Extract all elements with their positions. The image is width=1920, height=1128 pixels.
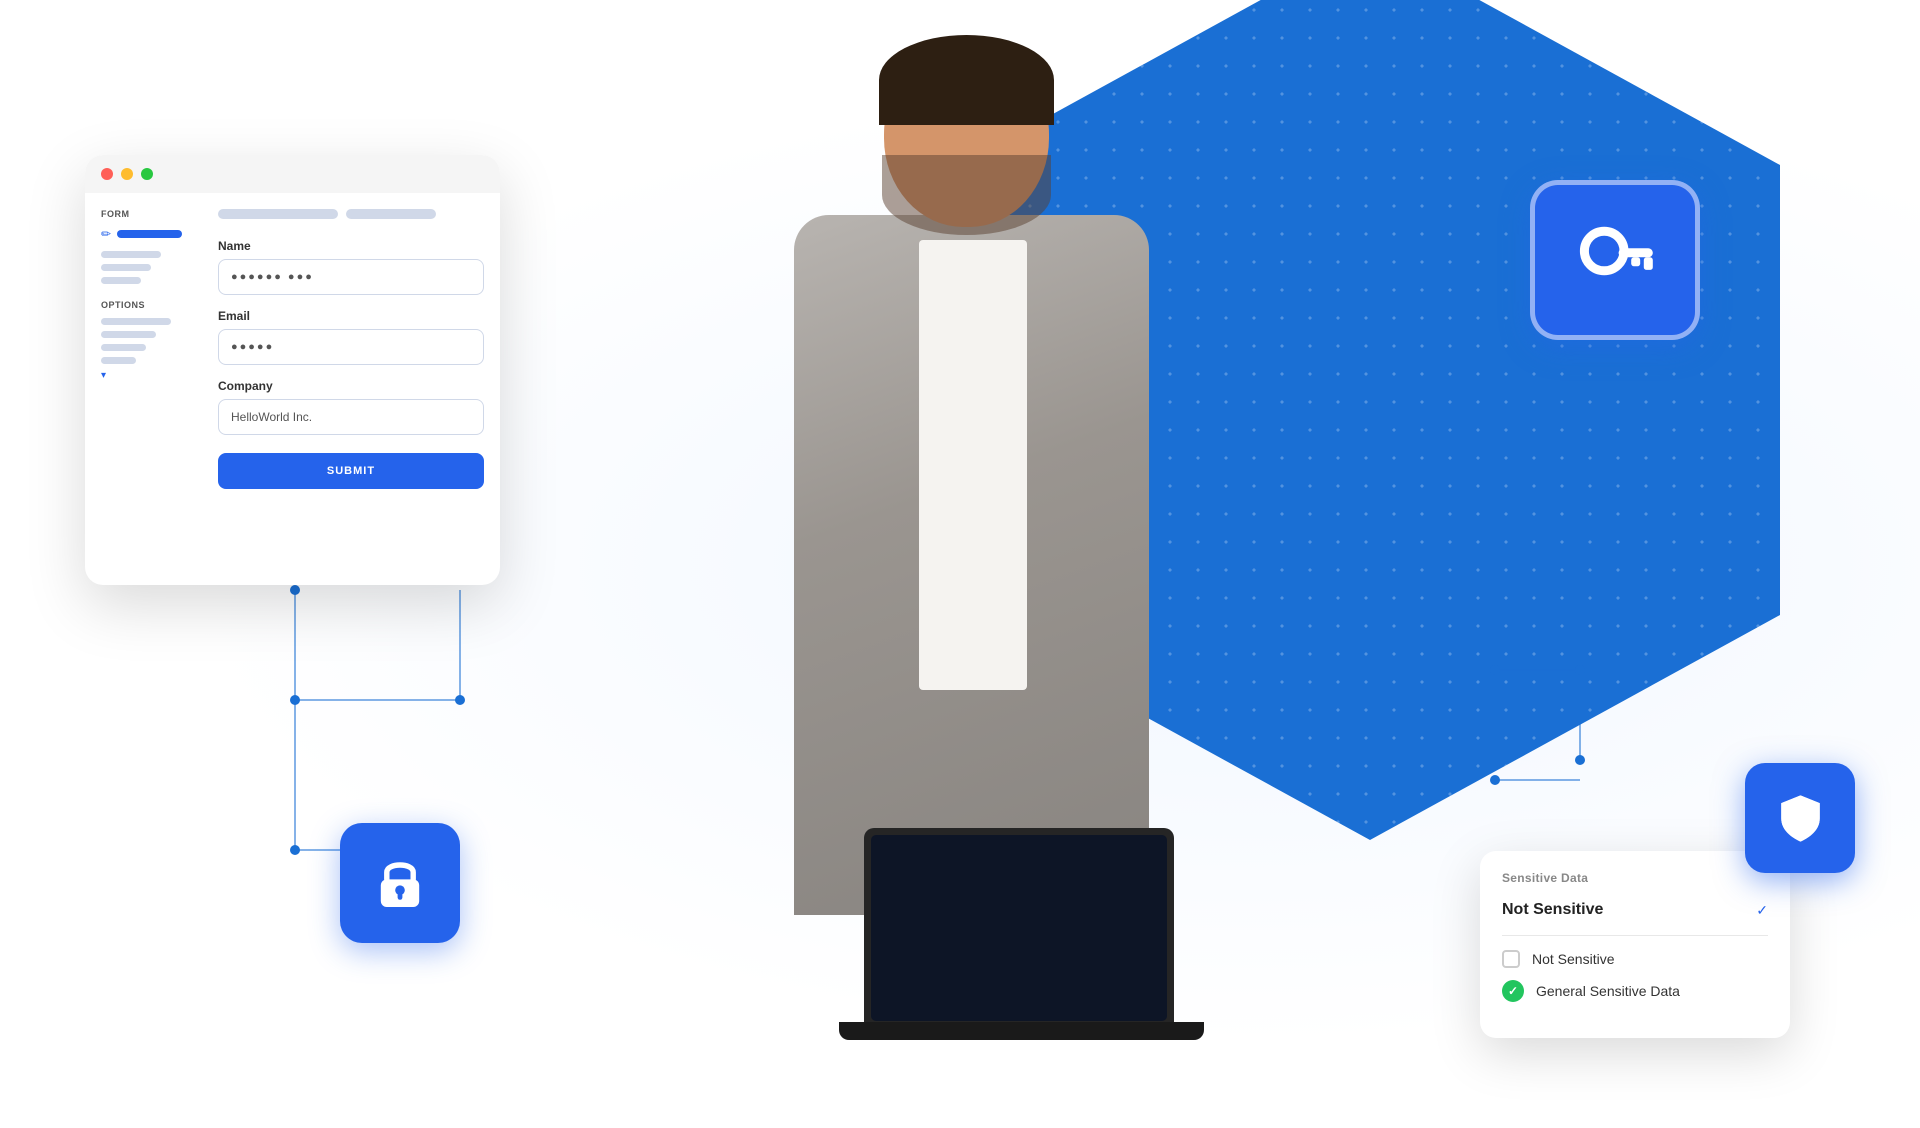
- option-checkbox-1[interactable]: [1502, 950, 1520, 968]
- form-sidebar: FORM ✏ OPTIONS ▾: [101, 209, 206, 489]
- submit-button[interactable]: SUBMIT: [218, 453, 484, 489]
- person-shirt: [919, 240, 1027, 690]
- sensitive-selected-value: Not Sensitive: [1502, 901, 1603, 919]
- sidebar-bar-2: [101, 264, 151, 271]
- key-card: [1530, 180, 1700, 340]
- window-minimize-dot: [121, 168, 133, 180]
- form-label: FORM: [101, 209, 206, 219]
- option-label-2: General Sensitive Data: [1536, 983, 1680, 999]
- email-input[interactable]: ●●●●●: [218, 329, 484, 365]
- email-value: ●●●●●: [231, 341, 274, 353]
- laptop-base: [839, 1022, 1204, 1040]
- pencil-icon: ✏: [101, 227, 111, 241]
- sensitive-data-card: Sensitive Data Not Sensitive ✓ Not Sensi…: [1480, 851, 1790, 1038]
- options-bar-3: [101, 344, 146, 351]
- chevron-down-icon: ✓: [1756, 902, 1768, 919]
- form-body: FORM ✏ OPTIONS ▾ Name ●●●●●● ●●●: [85, 193, 500, 505]
- name-label: Name: [218, 239, 484, 253]
- options-bar-2: [101, 331, 156, 338]
- sidebar-bar-1: [101, 251, 161, 258]
- sensitive-option-1[interactable]: Not Sensitive: [1502, 950, 1768, 968]
- email-label: Email: [218, 309, 484, 323]
- shield-card: [1745, 763, 1855, 873]
- laptop-device: [864, 828, 1174, 1028]
- window-close-dot: [101, 168, 113, 180]
- lock-card: [340, 823, 460, 943]
- name-input[interactable]: ●●●●●● ●●●: [218, 259, 484, 295]
- name-value: ●●●●●● ●●●: [231, 271, 314, 283]
- sensitive-divider: [1502, 935, 1768, 936]
- company-value: HelloWorld Inc.: [231, 410, 312, 424]
- lock-icon: [370, 853, 430, 913]
- window-maximize-dot: [141, 168, 153, 180]
- top-bar-1: [218, 209, 338, 219]
- company-input[interactable]: HelloWorld Inc.: [218, 399, 484, 435]
- sidebar-bar-3: [101, 277, 141, 284]
- form-card: FORM ✏ OPTIONS ▾ Name ●●●●●● ●●●: [85, 155, 500, 585]
- top-bar-2: [346, 209, 436, 219]
- sensitive-option-2[interactable]: ✓ General Sensitive Data: [1502, 980, 1768, 1002]
- option-check-green-2[interactable]: ✓: [1502, 980, 1524, 1002]
- form-titlebar: [85, 155, 500, 193]
- person-photo: [624, 0, 1324, 1128]
- form-active-row: ✏: [101, 227, 206, 241]
- person-beard: [882, 155, 1051, 235]
- option-label-1: Not Sensitive: [1532, 951, 1614, 967]
- options-bar-4: [101, 357, 136, 364]
- shield-icon: [1773, 791, 1828, 846]
- sensitive-selected-row[interactable]: Not Sensitive ✓: [1502, 901, 1768, 919]
- laptop-screen: [871, 835, 1167, 1021]
- active-bar: [117, 230, 182, 238]
- check-mark-icon: ✓: [1508, 984, 1518, 998]
- form-top-decorations: [218, 209, 484, 219]
- key-icon: [1570, 215, 1660, 305]
- company-label: Company: [218, 379, 484, 393]
- options-bar-1: [101, 318, 171, 325]
- sensitive-card-title: Sensitive Data: [1502, 871, 1768, 885]
- form-main: Name ●●●●●● ●●● Email ●●●●● Company Hell…: [218, 209, 484, 489]
- options-label: OPTIONS: [101, 300, 206, 310]
- person-hair: [879, 35, 1054, 125]
- options-dropdown-icon: ▾: [101, 370, 206, 381]
